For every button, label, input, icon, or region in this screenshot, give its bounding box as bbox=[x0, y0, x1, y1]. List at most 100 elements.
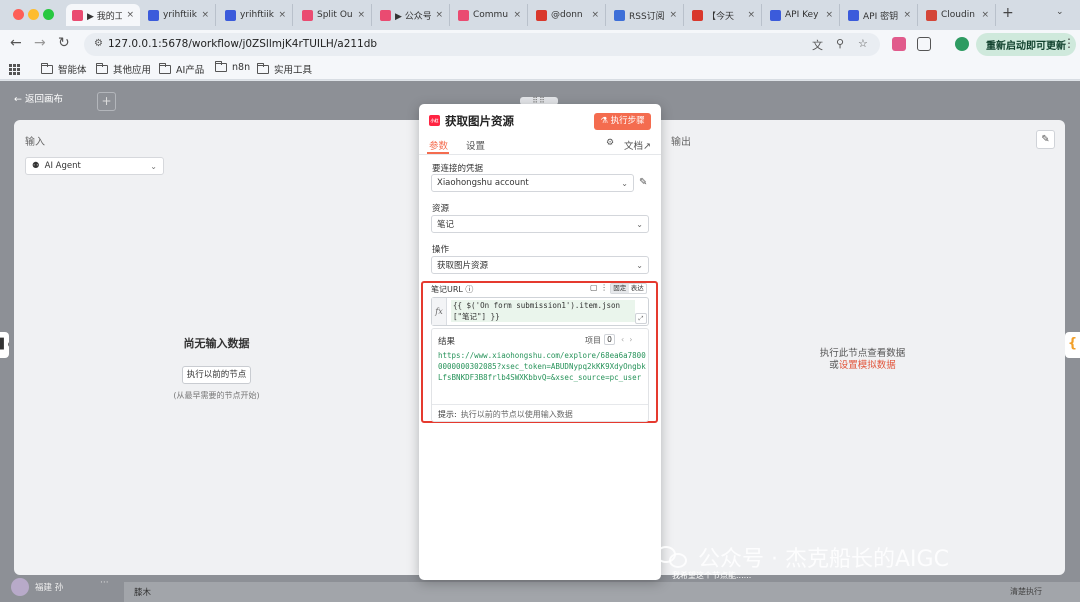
back-icon[interactable]: ← bbox=[10, 35, 22, 51]
close-tab-icon[interactable]: × bbox=[357, 10, 365, 20]
zoom-icon[interactable]: ⚲ bbox=[836, 37, 844, 50]
bookmark-folder[interactable]: 智能体 bbox=[41, 62, 87, 76]
browser-tab[interactable]: Cloudin × bbox=[920, 4, 996, 26]
bookmark-folder[interactable]: AI产品 bbox=[159, 62, 204, 76]
toggle-fixed[interactable]: 固定 bbox=[611, 284, 629, 293]
browser-tab[interactable]: RSS订阅 × bbox=[608, 4, 684, 26]
input-node-select[interactable]: ⚉ AI Agent ⌄ bbox=[25, 157, 164, 175]
close-tab-icon[interactable]: × bbox=[126, 10, 134, 20]
close-window-button[interactable] bbox=[13, 9, 24, 20]
bookmark-label: AI产品 bbox=[176, 65, 205, 76]
bookmark-folder[interactable]: n8n bbox=[215, 61, 250, 73]
apps-grid-icon[interactable] bbox=[9, 64, 20, 75]
execute-step-button[interactable]: ⚗ 执行步骤 bbox=[594, 113, 651, 130]
tab-settings[interactable]: 设置 bbox=[466, 138, 485, 152]
left-side-handle-icon[interactable]: ▌◐ bbox=[0, 332, 9, 358]
maximize-window-button[interactable] bbox=[43, 9, 54, 20]
execute-previous-nodes-button[interactable]: 执行以前的节点 bbox=[182, 366, 251, 384]
tab-favicon-icon bbox=[692, 9, 703, 21]
close-tab-icon[interactable]: × bbox=[903, 10, 911, 20]
resource-select[interactable]: 笔记 ⌄ bbox=[431, 215, 649, 233]
tab-label: Commu bbox=[473, 10, 509, 20]
user-profile[interactable]: 福建 孙 bbox=[11, 578, 63, 596]
user-menu-icon[interactable]: ··· bbox=[100, 578, 109, 588]
tab-favicon-icon bbox=[770, 9, 781, 21]
close-tab-icon[interactable]: × bbox=[513, 10, 521, 20]
tab-favicon-icon bbox=[380, 9, 391, 21]
operation-select[interactable]: 获取图片资源 ⌄ bbox=[431, 256, 649, 274]
edit-credential-pencil-icon[interactable]: ✎ bbox=[639, 177, 647, 188]
close-tab-icon[interactable]: × bbox=[201, 10, 209, 20]
address-bar[interactable]: ⚙ 127.0.0.1:5678/workflow/j0ZSllmjK4rTUI… bbox=[84, 33, 880, 56]
set-mock-data-link[interactable]: 设置模拟数据 bbox=[839, 360, 896, 371]
minimize-window-button[interactable] bbox=[28, 9, 39, 20]
browser-tab[interactable]: 【今天 × bbox=[686, 4, 762, 26]
bookmark-label: 智能体 bbox=[58, 65, 87, 76]
browser-tab[interactable]: ▶ 公众号 × bbox=[374, 4, 450, 26]
credential-label: 要连接的凭据 bbox=[432, 164, 484, 174]
browser-tab[interactable]: API 密钥 × bbox=[842, 4, 918, 26]
forward-icon[interactable]: → bbox=[34, 35, 46, 51]
watermark-text: 公众号 · 杰克船长的AIGC bbox=[698, 547, 949, 572]
tab-label: @donn bbox=[551, 10, 583, 20]
bookmark-folder[interactable]: 其他应用 bbox=[96, 62, 151, 76]
logs-tab[interactable]: 膝木 bbox=[134, 586, 151, 598]
browser-menu-icon[interactable]: ⋮ bbox=[1063, 36, 1075, 50]
browser-tab[interactable]: yrihftiik × bbox=[219, 4, 293, 26]
browser-tab[interactable]: ▶ 我的工 × bbox=[66, 4, 140, 26]
tab-search-icon[interactable]: ⌄ bbox=[1056, 7, 1064, 17]
toggle-expression[interactable]: 表达 bbox=[629, 284, 647, 293]
close-tab-icon[interactable]: × bbox=[981, 10, 989, 20]
right-side-handle-icon[interactable]: { bbox=[1065, 332, 1080, 358]
close-tab-icon[interactable]: × bbox=[825, 10, 833, 20]
close-tab-icon[interactable]: × bbox=[669, 10, 677, 20]
site-info-icon[interactable]: ⚙ bbox=[94, 38, 103, 49]
node-settings-modal: 小红书 获取图片资源 ⚗ 执行步骤 参数 设置 ⚙ 文档↗ 要连接的凭据 Xia… bbox=[419, 104, 661, 580]
items-count[interactable]: 0 bbox=[604, 334, 615, 345]
expand-editor-icon[interactable]: ⤢ bbox=[635, 313, 647, 324]
note-url-expression-input[interactable]: fx {{ $('On form submission1').item.json… bbox=[431, 297, 649, 326]
profile-icon[interactable] bbox=[955, 37, 969, 51]
tab-parameters[interactable]: 参数 bbox=[429, 138, 448, 152]
extension-icon[interactable] bbox=[892, 37, 906, 51]
close-tab-icon[interactable]: × bbox=[278, 10, 286, 20]
bookmarks-bar: 智能体 其他应用 AI产品 n8n 实用工具 bbox=[0, 58, 1080, 80]
close-tab-icon[interactable]: × bbox=[435, 10, 443, 20]
close-tab-icon[interactable]: × bbox=[591, 10, 599, 20]
clear-execution-button[interactable]: 清楚执行 bbox=[1010, 586, 1042, 597]
back-to-canvas-button[interactable]: ← 返回画布 bbox=[14, 91, 63, 105]
bookmark-star-icon[interactable]: ☆ bbox=[858, 37, 868, 50]
chevron-down-icon: ⌄ bbox=[150, 161, 157, 171]
credential-select[interactable]: Xiaohongshu account ⌄ bbox=[431, 174, 634, 192]
browser-tab[interactable]: Split Ou × bbox=[296, 4, 372, 26]
reload-icon[interactable]: ↻ bbox=[58, 35, 70, 51]
bookmark-folder[interactable]: 实用工具 bbox=[257, 62, 312, 76]
browser-tab[interactable]: Commu × bbox=[452, 4, 528, 26]
relaunch-update-button[interactable]: 重新启动即可更新 bbox=[976, 33, 1076, 56]
browser-tab[interactable]: API Key × bbox=[764, 4, 840, 26]
note-url-label: 笔记URL ⓘ bbox=[431, 284, 473, 295]
output-hint-or: 或 bbox=[829, 360, 839, 371]
fixed-expression-toggle[interactable]: 固定 表达 bbox=[610, 283, 647, 294]
execute-step-label: 执行步骤 bbox=[610, 116, 645, 126]
input-node-select-value: AI Agent bbox=[44, 161, 81, 171]
edit-output-pencil-icon[interactable]: ✎ bbox=[1036, 130, 1055, 149]
extensions-puzzle-icon[interactable] bbox=[917, 37, 931, 51]
docs-link[interactable]: 文档↗ bbox=[624, 138, 651, 152]
execute-previous-hint: (从最早需要的节点开始) bbox=[173, 391, 260, 400]
new-tab-button[interactable]: + bbox=[1002, 5, 1014, 21]
browser-toolbar: ← → ↻ ⚙ 127.0.0.1:5678/workflow/j0ZSllmj… bbox=[0, 30, 1080, 58]
result-divider bbox=[432, 404, 648, 405]
bookmark-label: 实用工具 bbox=[274, 65, 313, 76]
tab-label: API Key bbox=[785, 10, 819, 20]
node-title[interactable]: 获取图片资源 bbox=[445, 113, 514, 129]
browser-tab[interactable]: @donn × bbox=[530, 4, 606, 26]
item-pager-arrows-icon[interactable]: ‹› bbox=[621, 335, 637, 344]
gear-icon[interactable]: ⚙ bbox=[606, 138, 614, 148]
browser-tab[interactable]: yrihftiik × bbox=[142, 4, 216, 26]
translate-icon[interactable]: 文 bbox=[812, 37, 823, 53]
field-options-icon[interactable]: ▢ ⋮ bbox=[590, 283, 608, 292]
expression-text[interactable]: {{ $('On form submission1').item.json["笔… bbox=[451, 300, 635, 322]
close-tab-icon[interactable]: × bbox=[747, 10, 755, 20]
add-node-button[interactable]: + bbox=[97, 92, 116, 111]
